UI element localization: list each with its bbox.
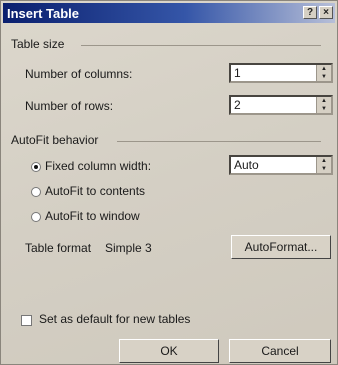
autofit-contents-radio[interactable] <box>31 187 41 197</box>
insert-table-dialog: Insert Table ? × Table size Number of co… <box>0 0 338 365</box>
rows-spinner[interactable]: 2 ▲ ▼ <box>229 95 333 115</box>
fixed-width-label[interactable]: Fixed column width: <box>45 159 151 173</box>
spin-up-icon[interactable]: ▲ <box>317 65 331 73</box>
width-spinner[interactable]: Auto ▲ ▼ <box>229 155 333 175</box>
set-default-checkbox[interactable] <box>21 315 32 326</box>
help-button[interactable]: ? <box>303 6 317 19</box>
table-size-heading: Table size <box>11 37 65 51</box>
width-spinner-arrows[interactable]: ▲ ▼ <box>316 157 331 173</box>
autofit-heading: AutoFit behavior <box>11 133 99 147</box>
spin-down-icon[interactable]: ▼ <box>317 165 331 173</box>
table-size-divider <box>81 45 321 46</box>
spin-down-icon[interactable]: ▼ <box>317 73 331 81</box>
close-button[interactable]: × <box>319 6 333 19</box>
columns-value[interactable]: 1 <box>234 66 241 80</box>
columns-spinner-arrows[interactable]: ▲ ▼ <box>316 65 331 81</box>
columns-label: Number of columns: <box>25 67 133 81</box>
cancel-button[interactable]: Cancel <box>229 339 331 363</box>
rows-spinner-arrows[interactable]: ▲ ▼ <box>316 97 331 113</box>
dialog-title: Insert Table <box>7 5 80 21</box>
title-bar[interactable]: Insert Table ? × <box>3 3 335 23</box>
spin-up-icon[interactable]: ▲ <box>317 157 331 165</box>
rows-label: Number of rows: <box>25 99 114 113</box>
autofit-window-radio[interactable] <box>31 212 41 222</box>
autofit-divider <box>117 141 321 142</box>
set-default-label[interactable]: Set as default for new tables <box>39 312 190 326</box>
rows-value[interactable]: 2 <box>234 98 241 112</box>
fixed-width-radio[interactable] <box>31 162 41 172</box>
table-format-value: Simple 3 <box>105 241 152 255</box>
width-value[interactable]: Auto <box>234 158 259 172</box>
autofit-window-label[interactable]: AutoFit to window <box>45 209 140 223</box>
autoformat-button[interactable]: AutoFormat... <box>231 235 331 259</box>
table-format-label: Table format <box>25 241 92 255</box>
ok-button[interactable]: OK <box>119 339 219 363</box>
spin-up-icon[interactable]: ▲ <box>317 97 331 105</box>
columns-spinner[interactable]: 1 ▲ ▼ <box>229 63 333 83</box>
autofit-contents-label[interactable]: AutoFit to contents <box>45 184 145 198</box>
spin-down-icon[interactable]: ▼ <box>317 105 331 113</box>
